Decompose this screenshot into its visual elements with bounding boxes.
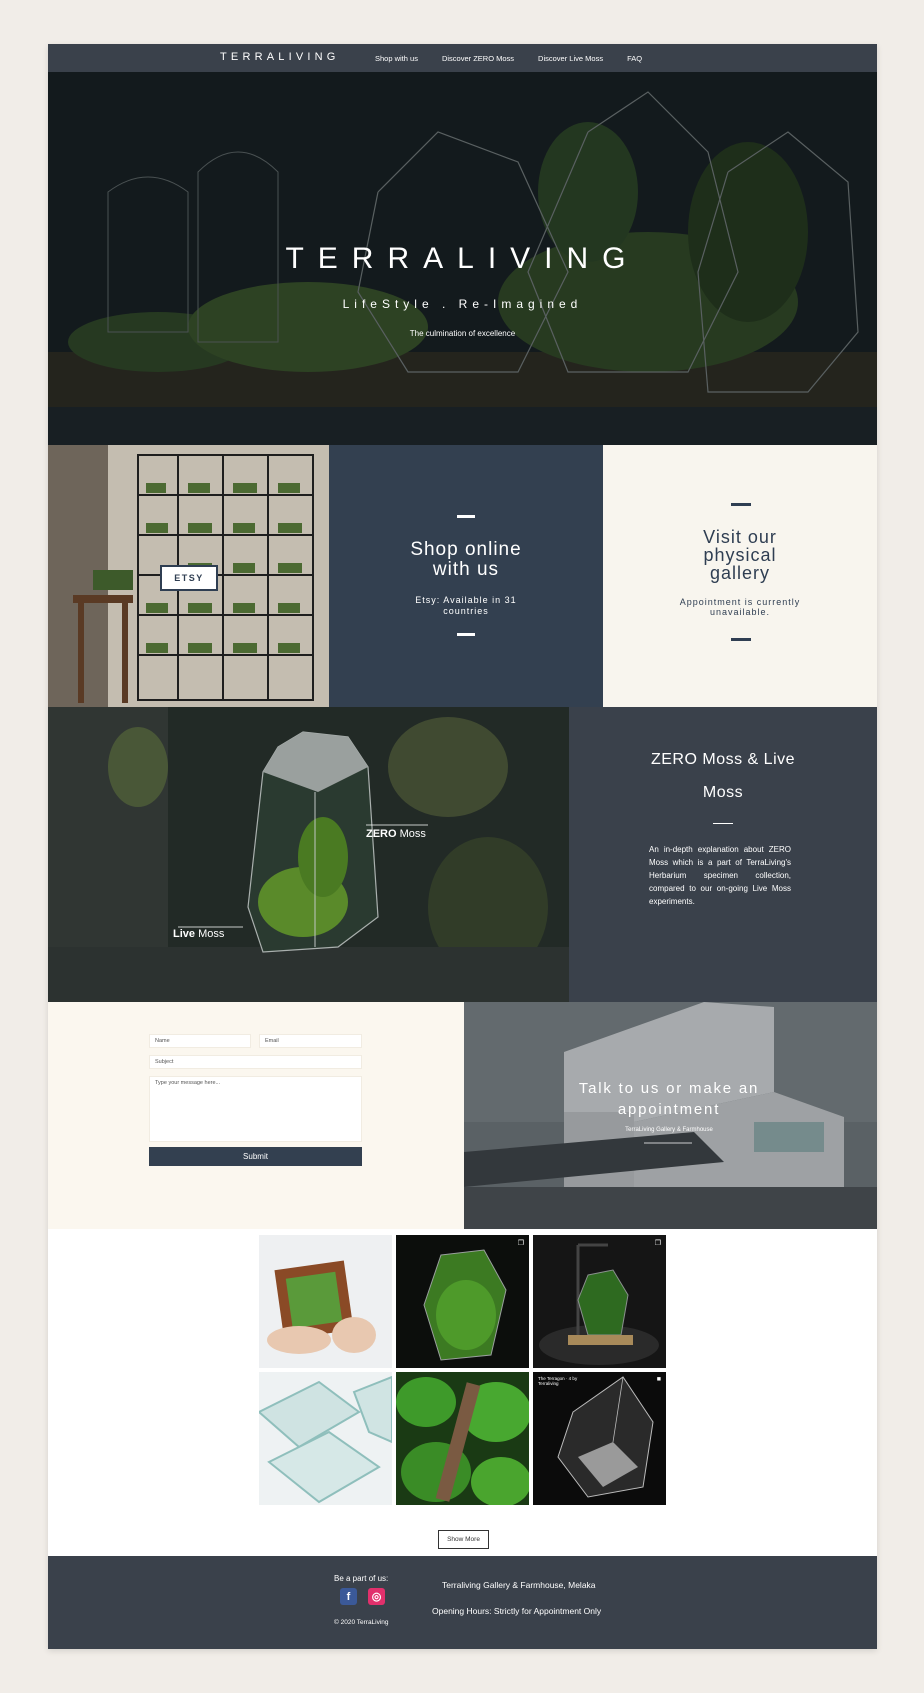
geometric-moss-terrarium-photo: [396, 1235, 529, 1368]
visit-gallery-panel: Visit our physical gallery Appointment i…: [603, 445, 877, 707]
gallery-tile[interactable]: [259, 1372, 392, 1505]
hero-subtitle: The culmination of excellence: [409, 329, 516, 338]
farmhouse-caption: TerraLiving Gallery & Farmhouse: [625, 1127, 713, 1133]
show-more-button[interactable]: Show More: [438, 1530, 489, 1549]
message-field[interactable]: Type your message here...: [149, 1076, 362, 1142]
etsy-button[interactable]: ETSY: [160, 565, 218, 591]
glass-pieces-photo: [259, 1372, 392, 1505]
divider-bottom: [457, 633, 475, 636]
visit-heading: Visit our physical gallery: [703, 527, 777, 583]
farmhouse-heading: Talk to us or make an appointment: [578, 1080, 760, 1118]
shop-online-panel: Shop online with us Etsy: Available in 3…: [329, 445, 603, 707]
visit-text: Appointment is currently unavailable.: [679, 597, 801, 617]
gallery-tile[interactable]: [259, 1235, 392, 1368]
moss-info-panel: ZERO Moss & Live Moss An in-depth explan…: [569, 707, 877, 1002]
instagram-gallery: ❐ ❐ ■ The Terragon · 4 by Terraliving: [48, 1229, 877, 1549]
nav-link-zero-moss[interactable]: Discover ZERO Moss: [442, 54, 514, 63]
brand-logo[interactable]: TERRALIVING: [220, 51, 340, 63]
moss-description: An in-depth explanation about ZERO Moss …: [649, 845, 791, 906]
multi-image-icon: ❐: [517, 1240, 524, 1247]
hero-title: TERRALIVING: [285, 242, 640, 275]
footer-address: Terraliving Gallery & Farmhouse, Melaka: [442, 1580, 596, 1590]
nav-link-live-moss[interactable]: Discover Live Moss: [538, 54, 603, 63]
moss-divider: [713, 823, 733, 824]
moss-heading: ZERO Moss & Live Moss: [650, 751, 796, 801]
email-field[interactable]: Email: [259, 1034, 362, 1048]
top-nav: TERRALIVING Shop with us Discover ZERO M…: [48, 44, 877, 72]
moss-terrarium-image: ZERO Moss Live Moss: [48, 707, 569, 1002]
social-links: f ◎: [340, 1588, 385, 1605]
copyright: © 2020 TerraLiving: [334, 1619, 389, 1626]
footer-hours: Opening Hours: Strictly for Appointment …: [432, 1606, 602, 1616]
gallery-tile[interactable]: [396, 1372, 529, 1505]
gallery-tile[interactable]: ■ The Terragon · 4 by Terraliving: [533, 1372, 666, 1505]
video-icon: ■: [656, 1376, 661, 1383]
gallery-tile[interactable]: ❐: [396, 1235, 529, 1368]
wireframe-terrarium-photo: [533, 1372, 666, 1505]
gallery-tile-caption: The Terragon · 4 by Terraliving: [538, 1376, 578, 1386]
zero-moss-label: ZERO Moss: [366, 828, 426, 840]
moss-box-photo: [259, 1235, 392, 1368]
shop-heading: Shop online with us: [410, 539, 522, 580]
footer: Be a part of us: f ◎ © 2020 TerraLiving …: [48, 1556, 877, 1649]
name-field[interactable]: Name: [149, 1034, 251, 1048]
shelf-image: ETSY: [48, 445, 329, 707]
be-part-label: Be a part of us:: [334, 1574, 389, 1583]
contact-form: Name Email Subject Type your message her…: [48, 1002, 464, 1229]
instagram-icon[interactable]: ◎: [368, 1588, 385, 1605]
shop-text: Etsy: Available in 31 countries: [415, 595, 517, 616]
lamp-terrarium-photo: [533, 1235, 666, 1368]
subject-field[interactable]: Subject: [149, 1055, 362, 1069]
nav-links: Shop with us Discover ZERO Moss Discover…: [375, 44, 666, 72]
gallery-tile[interactable]: ❐: [533, 1235, 666, 1368]
facebook-icon[interactable]: f: [340, 1588, 357, 1605]
hero-banner: TERRALIVING LifeStyle . Re-Imagined The …: [48, 72, 877, 445]
divider-top: [731, 503, 751, 506]
divider-bottom: [731, 638, 751, 641]
nav-link-shop[interactable]: Shop with us: [375, 54, 418, 63]
hero-tagline: LifeStyle . Re-Imagined: [342, 297, 583, 311]
page: TERRALIVING Shop with us Discover ZERO M…: [48, 44, 877, 1649]
live-moss-label: Live Moss: [173, 928, 225, 940]
submit-button[interactable]: Submit: [149, 1147, 362, 1166]
moss-closeup-photo: [396, 1372, 529, 1505]
divider-top: [457, 515, 475, 518]
multi-image-icon: ❐: [654, 1240, 661, 1247]
farmhouse-panel: Talk to us or make an appointment TerraL…: [464, 1002, 877, 1229]
moss-terrarium-photo: [48, 707, 569, 1002]
nav-link-faq[interactable]: FAQ: [627, 54, 642, 63]
